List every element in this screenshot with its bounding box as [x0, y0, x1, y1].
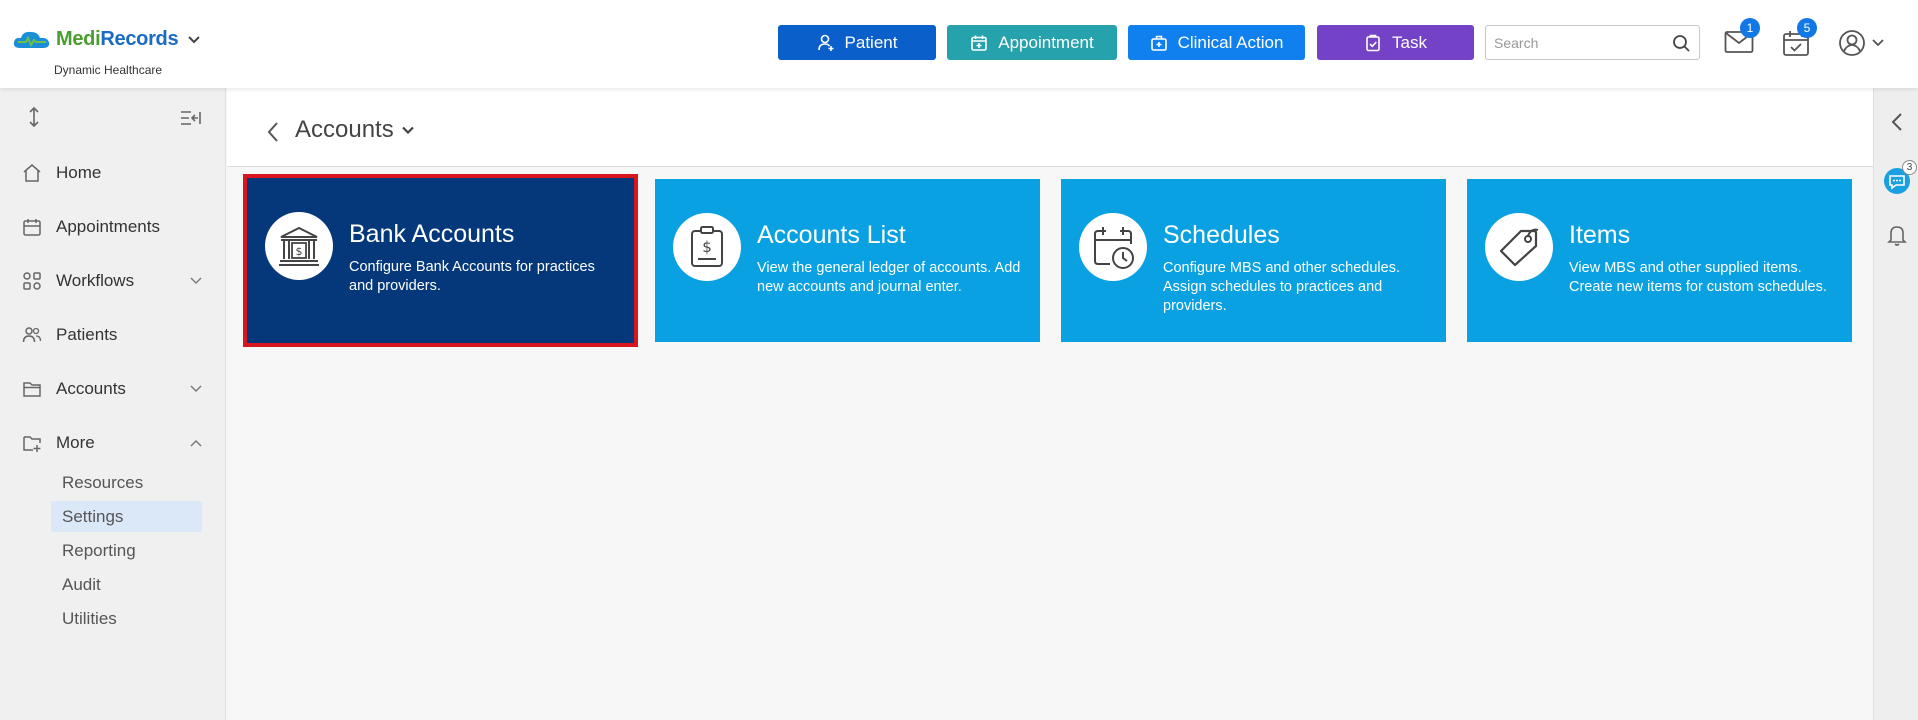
card-title: Bank Accounts: [349, 220, 515, 248]
tasks-button[interactable]: 5: [1782, 18, 1817, 62]
sidebar: Home Appointments Workflows Patients Acc…: [0, 88, 226, 720]
logo-text: MediRecords: [56, 28, 179, 50]
app-subtitle: Dynamic Healthcare: [54, 63, 163, 77]
chevron-down-icon: [1872, 39, 1884, 47]
folder-icon: [23, 382, 41, 397]
medical-kit-icon: [1150, 35, 1167, 51]
tag-icon: [1499, 228, 1539, 267]
clipboard-check-icon: [1366, 34, 1380, 51]
back-chevron-icon[interactable]: [267, 121, 279, 143]
new-patient-button[interactable]: Patient: [778, 25, 936, 60]
clinical-action-button-label: Clinical Action: [1177, 32, 1284, 52]
search-icon[interactable]: [1672, 34, 1691, 53]
sidebar-item-label: Workflows: [56, 271, 135, 290]
card-icon-circle: $: [265, 212, 333, 280]
card-items[interactable]: Items View MBS and other supplied items.…: [1467, 179, 1852, 342]
page-title: Accounts: [295, 116, 394, 143]
chevron-down-icon: [190, 277, 202, 284]
folder-plus-icon: [23, 436, 41, 452]
chevron-down-icon: [190, 385, 202, 392]
svg-text:$: $: [702, 238, 712, 256]
sidebar-item-home[interactable]: Home: [22, 157, 208, 189]
right-rail: 3: [1873, 88, 1918, 720]
new-appointment-button[interactable]: Appointment: [947, 25, 1117, 60]
patient-button-label: Patient: [844, 32, 898, 52]
tasks-badge: 5: [1797, 18, 1817, 38]
user-menu[interactable]: [1838, 29, 1884, 57]
cloud-logo-icon: [13, 31, 50, 48]
bank-icon: $: [279, 226, 319, 266]
ledger-icon: $: [691, 226, 723, 267]
bell-icon[interactable]: [1887, 224, 1907, 246]
expand-panel-chevron-icon[interactable]: [1891, 112, 1903, 132]
breadcrumb: Accounts: [227, 88, 1873, 167]
collapse-sidebar-icon[interactable]: [180, 110, 202, 126]
card-description: Configure Bank Accounts for practices an…: [349, 259, 595, 294]
calendar-icon: [23, 219, 41, 236]
vertical-resize-icon[interactable]: [26, 106, 42, 128]
card-title: Items: [1569, 221, 1631, 249]
add-person-icon: [817, 34, 834, 51]
card-icon-circle: [1079, 213, 1147, 281]
sidebar-item-label: Accounts: [56, 379, 126, 398]
workflow-icon: [23, 272, 41, 290]
sidebar-item-patients[interactable]: Patients: [22, 319, 208, 351]
chevron-up-icon: [190, 440, 202, 447]
card-icon-circle: [1485, 213, 1553, 281]
users-icon: [22, 327, 42, 343]
card-title: Accounts List: [757, 221, 906, 249]
sidebar-item-label: Patients: [56, 325, 118, 344]
mail-badge: 1: [1740, 18, 1760, 38]
sidebar-item-accounts[interactable]: Accounts: [22, 373, 208, 405]
sidebar-item-appointments[interactable]: Appointments: [22, 211, 208, 243]
search-box[interactable]: [1485, 25, 1700, 60]
home-icon: [23, 164, 41, 182]
calendar-plus-icon: [971, 35, 988, 51]
messages-button[interactable]: 1: [1724, 18, 1760, 59]
sidebar-subitem-resources[interactable]: Resources: [51, 467, 202, 498]
card-icon-circle: $: [673, 213, 741, 281]
sidebar-subitem-settings[interactable]: Settings: [51, 501, 202, 532]
card-description: Configure MBS and other schedules. Assig…: [1163, 260, 1400, 314]
schedule-icon: [1094, 227, 1134, 269]
appointment-button-label: Appointment: [998, 32, 1094, 52]
card-title: Schedules: [1163, 221, 1280, 249]
sidebar-item-workflows[interactable]: Workflows: [22, 265, 208, 297]
sidebar-subitem-reporting[interactable]: Reporting: [51, 535, 202, 566]
sidebar-subitem-audit[interactable]: Audit: [51, 569, 202, 600]
sidebar-subitem-utilities[interactable]: Utilities: [51, 603, 202, 634]
app-logo[interactable]: MediRecords: [12, 28, 201, 51]
chevron-down-icon[interactable]: [188, 35, 201, 44]
top-header: MediRecords Dynamic Healthcare Patient A…: [0, 0, 1918, 88]
sidebar-item-more[interactable]: More: [22, 427, 208, 459]
user-avatar-icon: [1839, 30, 1865, 56]
page-title-dropdown[interactable]: Accounts: [295, 116, 414, 144]
sidebar-item-label: Appointments: [56, 217, 160, 236]
card-description: View the general ledger of accounts. Add…: [757, 260, 1021, 295]
card-bank-accounts[interactable]: $ Bank Accounts Configure Bank Accounts …: [243, 174, 638, 347]
task-button-label: Task: [1392, 32, 1427, 52]
caret-down-icon: [401, 126, 414, 134]
search-input[interactable]: [1486, 26, 1666, 59]
card-schedules[interactable]: Schedules Configure MBS and other schedu…: [1061, 179, 1446, 342]
main-content: Accounts $ Bank Accounts Configure Bank …: [227, 88, 1873, 720]
sidebar-item-label: More: [56, 433, 95, 452]
svg-text:$: $: [296, 245, 303, 258]
clinical-action-button[interactable]: Clinical Action: [1128, 25, 1305, 60]
card-description: View MBS and other supplied items. Creat…: [1569, 260, 1827, 295]
chat-badge: 3: [1902, 160, 1917, 175]
card-accounts-list[interactable]: $ Accounts List View the general ledger …: [655, 179, 1040, 342]
new-task-button[interactable]: Task: [1317, 25, 1474, 60]
sidebar-item-label: Home: [56, 163, 102, 182]
